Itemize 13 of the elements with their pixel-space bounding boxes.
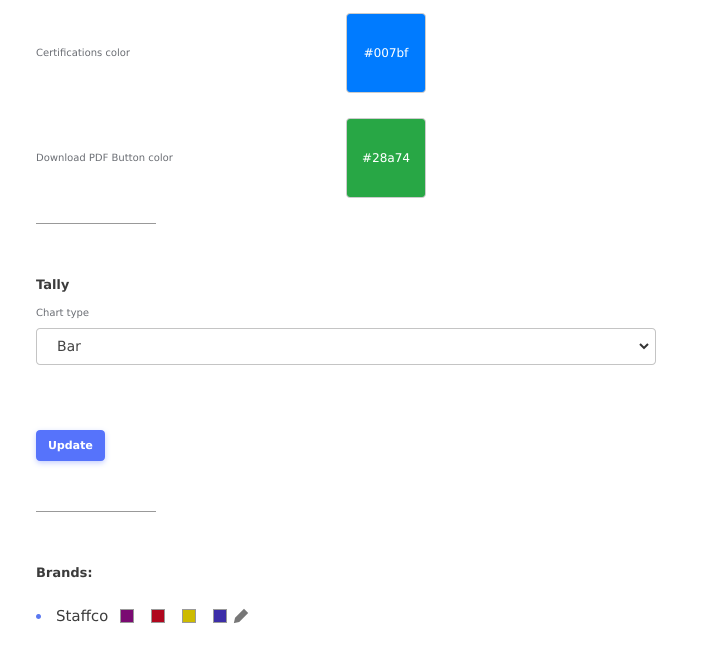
pencil-icon[interactable] <box>233 608 250 624</box>
color-input[interactable]: #28a74 <box>346 118 426 198</box>
field-label: Certifications color <box>36 48 132 58</box>
chevron-icon <box>639 343 649 350</box>
update-button[interactable]: Update <box>36 430 105 461</box>
field-label: Download PDF Button color <box>36 152 174 164</box>
chart-type-select[interactable]: Bar <box>36 328 656 365</box>
bullet-dot <box>36 614 41 618</box>
section-heading: Brands: <box>36 566 94 581</box>
color-input[interactable]: #007bf <box>346 13 426 93</box>
section-heading: Tally <box>36 278 70 293</box>
field-label: Chart type <box>36 308 90 319</box>
brand-name: Staffco <box>56 607 108 625</box>
